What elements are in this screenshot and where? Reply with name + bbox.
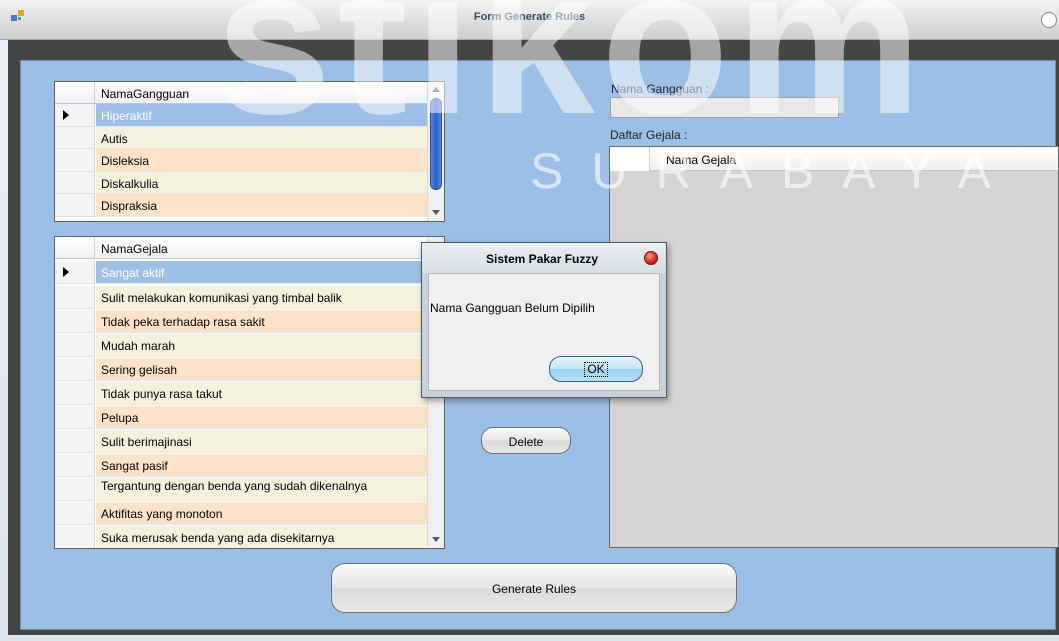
column-header-nama-gangguan[interactable]: NamaGangguan (101, 87, 189, 101)
table-row[interactable]: Sangat pasif (55, 454, 444, 477)
title-bar: Form Generate Rules (0, 0, 1059, 40)
delete-button[interactable]: Delete (481, 427, 571, 454)
table-row[interactable]: Sulit berimajinasi (55, 430, 444, 453)
close-icon[interactable] (644, 251, 658, 265)
row-pointer-icon (63, 267, 69, 277)
arrow-down-icon (432, 210, 440, 215)
generate-rules-button[interactable]: Generate Rules (331, 563, 737, 613)
dialog-message: Nama Gangguan Belum Dipilih (430, 301, 595, 315)
table-row[interactable]: Tergantung dengan benda yang sudah diken… (55, 478, 444, 501)
gejala-grid[interactable]: NamaGejala Sangat aktif Sulit melakukan … (54, 236, 445, 549)
daftar-gejala-label: Daftar Gejala : (610, 128, 688, 142)
gangguan-grid[interactable]: NamaGangguan Hiperaktif Autis Disleksia … (54, 81, 445, 222)
daftar-gejala-grid[interactable]: Nama Gejala (609, 146, 1059, 548)
arrow-up-icon (432, 87, 440, 92)
window-title: Form Generate Rules (473, 11, 586, 23)
table-row[interactable]: Aktifitas yang monoton (55, 502, 444, 525)
nama-gangguan-label: Nama Gangguan : (611, 82, 710, 96)
table-row[interactable]: Pelupa (55, 406, 444, 429)
window-control-icon[interactable] (1041, 12, 1057, 28)
scroll-up-button[interactable] (428, 82, 444, 98)
arrow-down-icon (432, 537, 440, 542)
grid-header: NamaGangguan (55, 82, 444, 104)
table-row[interactable]: Sangat aktif (55, 261, 444, 284)
table-row[interactable]: Disleksia (55, 149, 444, 172)
nama-gangguan-field[interactable] (610, 97, 839, 118)
table-row[interactable]: Tidak punya rasa takut (55, 382, 444, 405)
dialog-title-bar: Sistem Pakar Fuzzy (422, 243, 666, 273)
table-row[interactable]: Sulit melakukan komunikasi yang timbal b… (55, 286, 444, 309)
table-row[interactable]: Autis (55, 126, 444, 149)
ok-button[interactable]: OK (549, 356, 643, 382)
vertical-scrollbar[interactable] (427, 82, 444, 221)
table-row[interactable]: Diskalkulia (55, 171, 444, 194)
table-row[interactable]: Suka merusak benda yang ada disekitarnya (55, 526, 444, 548)
dialog-title: Sistem Pakar Fuzzy (486, 252, 599, 266)
scroll-down-button[interactable] (428, 205, 444, 221)
table-row[interactable]: Mudah marah (55, 334, 444, 357)
column-header-nama-gejala[interactable]: NamaGejala (101, 242, 168, 256)
table-row[interactable]: Hiperaktif (55, 104, 444, 127)
ok-button-label: OK (584, 362, 608, 377)
table-row[interactable]: Tidak peka terhadap rasa sakit (55, 310, 444, 333)
column-header-nama-gejala[interactable]: Nama Gejala (666, 153, 736, 167)
grid-header: Nama Gejala (610, 147, 1058, 171)
app-window: Form Generate Rules NamaGangguan Hiperak… (0, 0, 1059, 641)
row-pointer-icon (63, 110, 69, 120)
table-row[interactable]: Dispraksia (55, 194, 444, 217)
message-dialog: Sistem Pakar Fuzzy Nama Gangguan Belum D… (421, 242, 667, 398)
grid-header: NamaGejala (55, 237, 444, 259)
table-row[interactable]: Sering gelisah (55, 358, 444, 381)
scroll-thumb[interactable] (430, 98, 442, 190)
scroll-down-button[interactable] (428, 532, 444, 548)
